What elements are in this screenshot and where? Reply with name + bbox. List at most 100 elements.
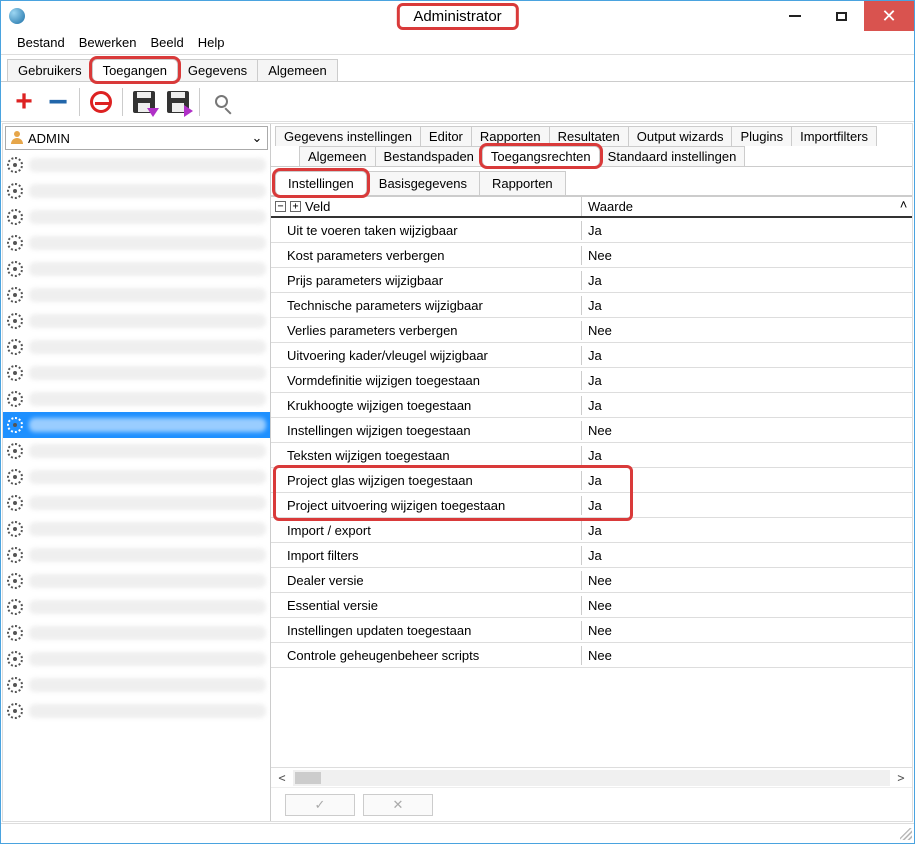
save-export-icon[interactable]: [165, 89, 191, 115]
tab-gebruikers[interactable]: Gebruikers: [7, 59, 93, 81]
rtab-toegangsrechten[interactable]: Toegangsrechten: [482, 146, 600, 166]
grid-row[interactable]: Technische parameters wijzigbaarJa: [271, 293, 912, 318]
sidebar-list[interactable]: [3, 152, 270, 821]
sidebar-item[interactable]: [3, 438, 270, 464]
rtab-rapporten[interactable]: Rapporten: [471, 126, 550, 146]
grid-row[interactable]: Import / exportJa: [271, 518, 912, 543]
add-icon[interactable]: +: [11, 89, 37, 115]
grid-row[interactable]: Uit te voeren taken wijzigbaarJa: [271, 218, 912, 243]
sidebar-item-label: [29, 652, 266, 666]
sidebar-item-label: [29, 548, 266, 562]
cancel-button[interactable]: ✕: [363, 794, 433, 816]
minimize-button[interactable]: [772, 1, 818, 31]
scroll-up-icon[interactable]: ˄: [895, 197, 912, 216]
tab-gegevens[interactable]: Gegevens: [177, 59, 258, 81]
gear-icon: [7, 651, 23, 667]
grid-row[interactable]: Project uitvoering wijzigen toegestaanJa: [271, 493, 912, 518]
gear-icon: [7, 521, 23, 537]
apply-button[interactable]: ✓: [285, 794, 355, 816]
grid-cell-veld: Teksten wijzigen toegestaan: [271, 446, 581, 465]
grid-row[interactable]: Vormdefinitie wijzigen toegestaanJa: [271, 368, 912, 393]
sidebar-item[interactable]: [3, 620, 270, 646]
sidebar-item-label: [29, 184, 266, 198]
tab-toegangen[interactable]: Toegangen: [92, 59, 178, 81]
sidebar-item[interactable]: [3, 516, 270, 542]
sidebar-item-label: [29, 600, 266, 614]
rtab-importfilters[interactable]: Importfilters: [791, 126, 877, 146]
grid-row[interactable]: Verlies parameters verbergenNee: [271, 318, 912, 343]
rtab-output-wizards[interactable]: Output wizards: [628, 126, 733, 146]
remove-icon[interactable]: −: [45, 89, 71, 115]
sidebar-item[interactable]: [3, 568, 270, 594]
grid-row[interactable]: Uitvoering kader/vleugel wijzigbaarJa: [271, 343, 912, 368]
sidebar-item[interactable]: [3, 646, 270, 672]
grid-row[interactable]: Krukhoogte wijzigen toegestaanJa: [271, 393, 912, 418]
scroll-right-icon[interactable]: >: [894, 771, 908, 785]
scroll-left-icon[interactable]: <: [275, 771, 289, 785]
gear-icon: [7, 365, 23, 381]
grid-cell-waarde: Nee: [581, 421, 912, 440]
sidebar-item[interactable]: [3, 464, 270, 490]
grid-row[interactable]: Controle geheugenbeheer scriptsNee: [271, 643, 912, 668]
menu-help[interactable]: Help: [192, 33, 231, 52]
user-dropdown[interactable]: ADMIN ⌄: [5, 126, 268, 150]
menu-beeld[interactable]: Beeld: [145, 33, 190, 52]
menu-bestand[interactable]: Bestand: [11, 33, 71, 52]
grid-cell-veld: Vormdefinitie wijzigen toegestaan: [271, 371, 581, 390]
sidebar-item[interactable]: [3, 412, 270, 438]
sidebar-item[interactable]: [3, 594, 270, 620]
rtab-editor[interactable]: Editor: [420, 126, 472, 146]
grid-row[interactable]: Instellingen updaten toegestaanNee: [271, 618, 912, 643]
sidebar-item[interactable]: [3, 256, 270, 282]
grid-cell-waarde: Nee: [581, 321, 912, 340]
grid-row[interactable]: Project glas wijzigen toegestaanJa: [271, 468, 912, 493]
grid-header[interactable]: − + Veld Waarde ˄: [271, 197, 912, 218]
rtab-rapporten2[interactable]: Rapporten: [479, 171, 566, 195]
sidebar-item[interactable]: [3, 282, 270, 308]
close-button[interactable]: ✕: [864, 1, 914, 31]
sidebar-item[interactable]: [3, 334, 270, 360]
gear-icon: [7, 703, 23, 719]
sidebar-item[interactable]: [3, 204, 270, 230]
main-tabs: Gebruikers Toegangen Gegevens Algemeen: [1, 55, 914, 82]
sidebar-item[interactable]: [3, 178, 270, 204]
grid-row[interactable]: Teksten wijzigen toegestaanJa: [271, 443, 912, 468]
rtab-bestandspaden[interactable]: Bestandspaden: [375, 146, 483, 166]
grid-row[interactable]: Kost parameters verbergenNee: [271, 243, 912, 268]
grid-cell-veld: Dealer versie: [271, 571, 581, 590]
collapse-all-icon[interactable]: −: [275, 201, 286, 212]
sidebar-item[interactable]: [3, 152, 270, 178]
user-icon: [10, 131, 24, 145]
sidebar-item-label: [29, 366, 266, 380]
tab-algemeen[interactable]: Algemeen: [257, 59, 338, 81]
grid-row[interactable]: Essential versieNee: [271, 593, 912, 618]
menu-bewerken[interactable]: Bewerken: [73, 33, 143, 52]
rtab-plugins[interactable]: Plugins: [731, 126, 792, 146]
maximize-button[interactable]: [818, 1, 864, 31]
rtab-standaard-instellingen[interactable]: Standaard instellingen: [599, 146, 746, 166]
rtab-gegevens-instellingen[interactable]: Gegevens instellingen: [275, 126, 421, 146]
grid-row[interactable]: Prijs parameters wijzigbaarJa: [271, 268, 912, 293]
forbid-icon[interactable]: [88, 89, 114, 115]
rtab-basisgegevens[interactable]: Basisgegevens: [366, 171, 480, 195]
sidebar-item[interactable]: [3, 360, 270, 386]
save-import-icon[interactable]: [131, 89, 157, 115]
rtab-instellingen[interactable]: Instellingen: [275, 171, 367, 195]
sidebar-item[interactable]: [3, 230, 270, 256]
grid-row[interactable]: Instellingen wijzigen toegestaanNee: [271, 418, 912, 443]
horizontal-scrollbar[interactable]: < >: [271, 767, 912, 787]
rtab-resultaten[interactable]: Resultaten: [549, 126, 629, 146]
sidebar-item[interactable]: [3, 308, 270, 334]
sidebar-item[interactable]: [3, 386, 270, 412]
sidebar-item[interactable]: [3, 490, 270, 516]
resize-grip[interactable]: [900, 828, 912, 840]
grid-row[interactable]: Import filtersJa: [271, 543, 912, 568]
sidebar-item[interactable]: [3, 542, 270, 568]
rtab-algemeen[interactable]: Algemeen: [299, 146, 376, 166]
expand-all-icon[interactable]: +: [290, 201, 301, 212]
grid-row[interactable]: Dealer versieNee: [271, 568, 912, 593]
sidebar-item[interactable]: [3, 672, 270, 698]
sidebar-item[interactable]: [3, 698, 270, 724]
separator: [199, 88, 200, 116]
search-icon[interactable]: [208, 89, 234, 115]
